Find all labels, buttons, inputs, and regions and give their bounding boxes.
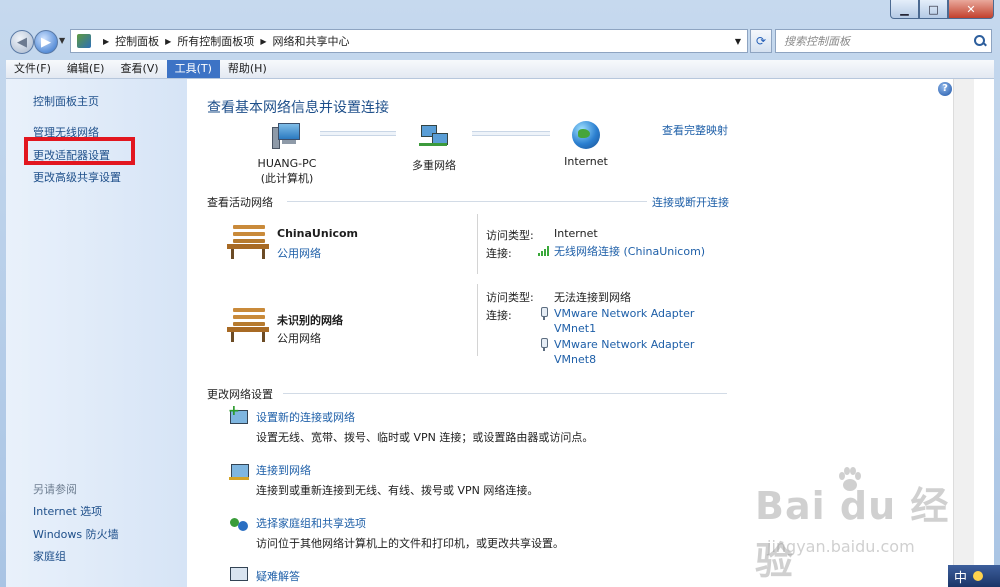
divider (477, 214, 478, 274)
access-type-label: 访问类型: (486, 229, 534, 242)
wireless-connection-link[interactable]: 无线网络连接 (ChinaUnicom) (554, 244, 705, 259)
highlight-box (24, 137, 135, 165)
ime-label: 中 (954, 570, 968, 586)
refresh-button[interactable]: ⟳ (750, 29, 772, 53)
task-desc: 访问位于其他网络计算机上的文件和打印机，或更改共享设置。 (256, 537, 564, 550)
sidebar-internet-options[interactable]: Internet 选项 (33, 503, 102, 519)
connection-label: 连接: (486, 247, 512, 260)
network-name: 未识别的网络 (277, 314, 343, 327)
forward-button[interactable]: ▶ (34, 30, 58, 54)
vmnet1-connection-link[interactable]: VMware Network Adapter VMnet1 (554, 306, 704, 336)
back-button[interactable]: ◀ (10, 30, 34, 54)
active-networks-heading: 查看活动网络 (207, 196, 273, 209)
menu-edit[interactable]: 编辑(E) (59, 60, 113, 78)
chevron-right-icon[interactable]: ▶ (165, 37, 171, 46)
divider (283, 393, 727, 394)
sidebar-control-panel-home[interactable]: 控制面板主页 (33, 93, 99, 109)
close-button[interactable]: ✕ (948, 0, 994, 19)
wired-adapter-icon (540, 307, 548, 320)
pc-name: HUANG-PC (257, 157, 317, 170)
search-box[interactable]: 搜索控制面板 (775, 29, 992, 53)
search-icon[interactable] (973, 34, 987, 48)
access-type-value: 无法连接到网络 (554, 291, 631, 304)
sidebar-advanced-sharing[interactable]: 更改高级共享设置 (33, 169, 121, 185)
task-setup-connection[interactable]: 设置新的连接或网络 (256, 409, 355, 425)
baidu-watermark: Bai du 经验 jingyan.baidu.com (745, 465, 975, 583)
map-node-multiple[interactable]: 多重网络 (399, 123, 469, 173)
public-network-icon (227, 225, 269, 259)
ime-indicator[interactable]: 中 (948, 565, 1000, 587)
control-panel-icon (77, 34, 91, 48)
task-troubleshoot[interactable]: 疑难解答 (256, 568, 300, 584)
address-bar[interactable]: ▶ 控制面板 ▶ 所有控制面板项 ▶ 网络和共享中心 ▼ (70, 29, 748, 53)
connect-disconnect-link[interactable]: 连接或断开连接 (652, 194, 729, 210)
internet-label: Internet (564, 155, 608, 168)
recent-pages-dropdown[interactable]: ▼ (59, 36, 65, 45)
new-connection-icon (228, 403, 250, 429)
help-icon[interactable]: ? (938, 82, 952, 96)
map-node-pc[interactable]: HUANG-PC (此计算机) (247, 123, 327, 186)
sidebar-windows-firewall[interactable]: Windows 防火墙 (33, 526, 119, 542)
change-settings-heading: 更改网络设置 (207, 388, 273, 401)
ime-moon-icon (973, 571, 984, 581)
network-type: 公用网络 (277, 332, 321, 345)
minimize-button[interactable]: ▁ (890, 0, 919, 19)
sidebar-homegroup[interactable]: 家庭组 (33, 548, 66, 564)
task-connect-network[interactable]: 连接到网络 (256, 462, 311, 478)
task-desc: 设置无线、宽带、拨号、临时或 VPN 连接；或设置路由器或访问点。 (256, 431, 594, 444)
maximize-button[interactable]: □ (919, 0, 948, 19)
network-type-link[interactable]: 公用网络 (277, 245, 321, 261)
map-link (320, 131, 396, 136)
public-network-icon (227, 308, 269, 342)
view-full-map-link[interactable]: 查看完整映射 (662, 122, 728, 138)
sidebar: 控制面板主页 管理无线网络 更改适配器设置 更改高级共享设置 另请参阅 Inte… (6, 79, 187, 587)
map-node-internet[interactable]: Internet (551, 121, 621, 168)
watermark-brand: Bai du 经验 (755, 484, 950, 583)
connect-network-icon (228, 460, 250, 482)
see-also-heading: 另请参阅 (33, 483, 77, 496)
menu-tools[interactable]: 工具(T) (166, 60, 220, 78)
wireless-signal-icon (538, 246, 550, 256)
task-homegroup[interactable]: 选择家庭组和共享选项 (256, 515, 366, 531)
task-desc: 连接到或重新连接到无线、有线、拨号或 VPN 网络连接。 (256, 484, 539, 497)
breadcrumb-all-items[interactable]: 所有控制面板项 (177, 33, 254, 49)
menu-file[interactable]: 文件(F) (6, 60, 59, 78)
menu-help[interactable]: 帮助(H) (220, 60, 275, 78)
watermark-url: jingyan.baidu.com (767, 537, 915, 556)
homegroup-icon (228, 513, 250, 535)
access-type-value: Internet (554, 227, 598, 240)
divider (477, 284, 478, 356)
page-title: 查看基本网络信息并设置连接 (207, 100, 389, 116)
multiple-networks-label: 多重网络 (412, 159, 456, 172)
chevron-right-icon[interactable]: ▶ (103, 37, 109, 46)
divider (287, 201, 647, 202)
computer-icon (272, 123, 302, 149)
chevron-right-icon[interactable]: ▶ (260, 37, 266, 46)
chevron-down-icon[interactable]: ▼ (735, 37, 741, 46)
pc-sub: (此计算机) (260, 172, 314, 185)
access-type-label: 访问类型: (486, 291, 534, 304)
navigation-row: ◀ ▶ ▼ ▶ 控制面板 ▶ 所有控制面板项 ▶ 网络和共享中心 ▼ ⟳ 搜索控… (0, 26, 1000, 56)
wired-adapter-icon (540, 338, 548, 351)
menu-view[interactable]: 查看(V) (112, 60, 166, 78)
menu-bar: 文件(F) 编辑(E) 查看(V) 工具(T) 帮助(H) (6, 60, 994, 79)
window: ▁ □ ✕ ◀ ▶ ▼ ▶ 控制面板 ▶ 所有控制面板项 ▶ 网络和共享中心 ▼… (0, 0, 1000, 587)
multiple-networks-icon (419, 123, 449, 149)
network-name: ChinaUnicom (277, 227, 359, 240)
troubleshoot-icon (228, 565, 250, 587)
vmnet8-connection-link[interactable]: VMware Network Adapter VMnet8 (554, 337, 704, 367)
connection-label: 连接: (486, 309, 512, 322)
map-link (472, 131, 550, 136)
window-caption-buttons: ▁ □ ✕ (890, 0, 994, 20)
breadcrumb-control-panel[interactable]: 控制面板 (115, 33, 159, 49)
globe-icon (572, 121, 600, 149)
search-input[interactable]: 搜索控制面板 (784, 33, 850, 49)
breadcrumb-network-center[interactable]: 网络和共享中心 (272, 33, 349, 49)
